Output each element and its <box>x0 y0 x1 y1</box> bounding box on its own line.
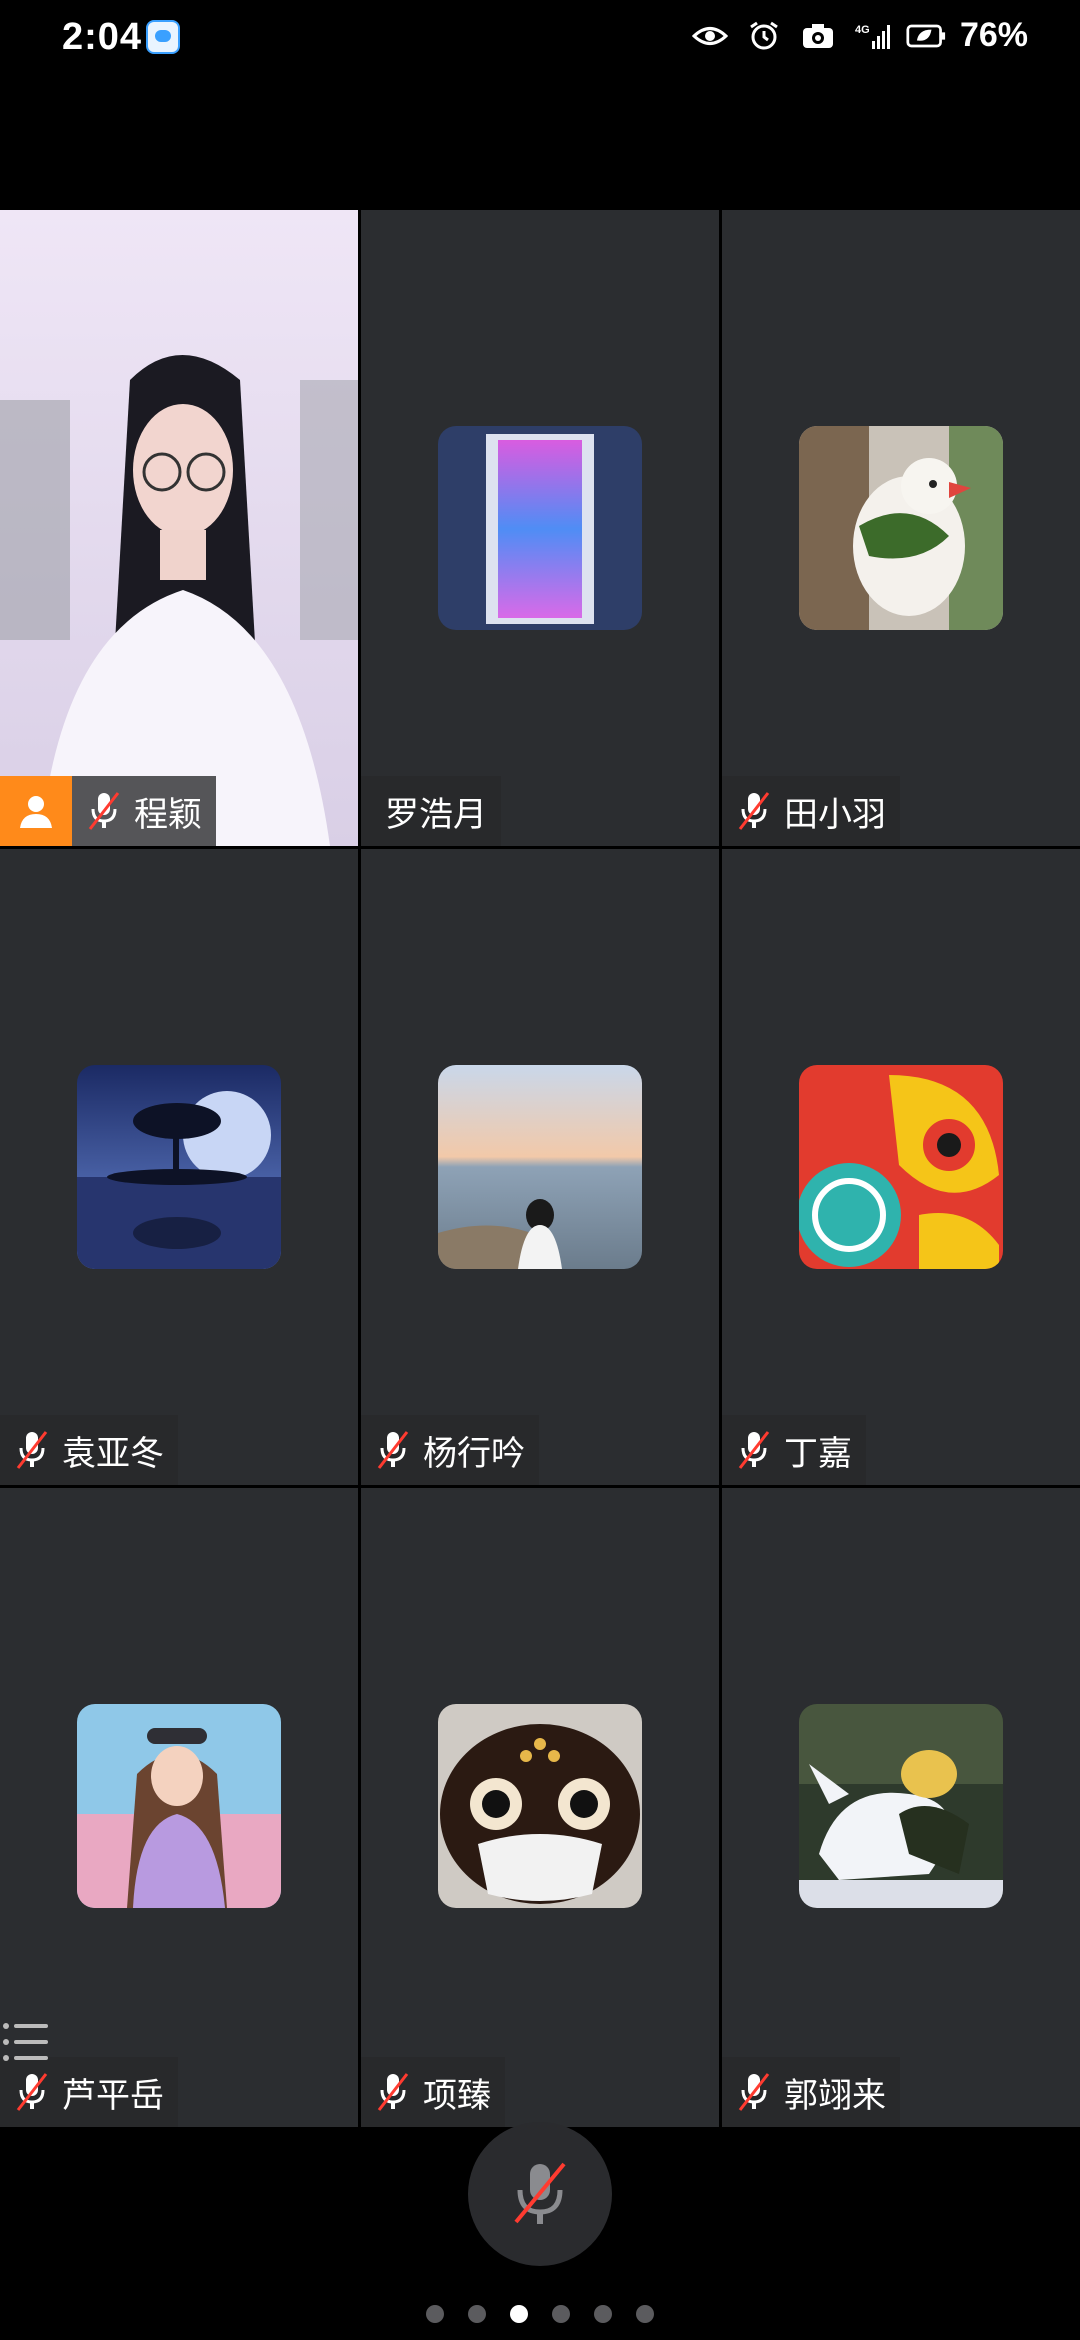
signal-icon: 4G <box>852 20 892 52</box>
mic-muted-icon <box>12 1428 52 1472</box>
participant-grid: 程颖 罗浩月 田小羽 袁亚冬 杨行吟 丁嘉 芦平岳 项臻 郭翊来 <box>0 210 1080 2127</box>
participant-avatar <box>438 1704 642 1908</box>
clock: 2:04 <box>62 16 143 58</box>
page-indicator <box>0 2305 1080 2323</box>
participant-namebar: 郭翊来 <box>722 2057 900 2127</box>
status-icons: 4G 76% <box>690 16 1028 55</box>
page-dot[interactable] <box>552 2305 570 2323</box>
participant-avatar <box>77 1065 281 1269</box>
camera-icon <box>798 20 838 52</box>
participant-name: 芦平岳 <box>62 2076 164 2115</box>
person-icon <box>20 796 52 828</box>
participant-avatar <box>799 1065 1003 1269</box>
participant-tile[interactable]: 杨行吟 <box>361 849 719 1485</box>
participant-avatar <box>799 1704 1003 1908</box>
participant-namebar: 田小羽 <box>722 776 900 846</box>
mic-muted-icon <box>373 1428 413 1472</box>
battery-saver-icon <box>906 20 946 52</box>
participant-namebar: 杨行吟 <box>361 1415 539 1485</box>
mic-muted-icon <box>514 2162 566 2224</box>
participant-name: 袁亚冬 <box>62 1434 164 1473</box>
battery-percent: 76% <box>959 16 1028 54</box>
list-icon <box>3 2023 48 2061</box>
alarm-icon <box>744 20 784 52</box>
eye-icon <box>690 20 730 52</box>
page-dot[interactable] <box>636 2305 654 2323</box>
participant-tile[interactable]: 项臻 <box>361 1488 719 2127</box>
page-dot[interactable] <box>594 2305 612 2323</box>
mic-muted-icon <box>84 789 124 833</box>
participant-namebar: 项臻 <box>361 2057 505 2127</box>
participant-avatar <box>438 426 642 630</box>
mic-muted-icon <box>734 789 774 833</box>
chat-app-icon <box>146 20 180 54</box>
page-dot-active[interactable] <box>510 2305 528 2323</box>
page-dot[interactable] <box>468 2305 486 2323</box>
mic-muted-icon <box>12 2070 52 2114</box>
self-indicator-badge <box>0 776 72 846</box>
mic-muted-icon <box>373 2070 413 2114</box>
participant-tile[interactable]: 罗浩月 <box>361 210 719 846</box>
participant-name: 项臻 <box>423 2076 491 2115</box>
participant-namebar: 程颖 <box>72 776 216 846</box>
participant-avatar <box>799 426 1003 630</box>
page-dot[interactable] <box>426 2305 444 2323</box>
participant-tile[interactable]: 郭翊来 <box>722 1488 1080 2127</box>
participant-avatar <box>438 1065 642 1269</box>
participant-avatar <box>77 1704 281 1908</box>
participant-name: 田小羽 <box>784 795 886 834</box>
mic-muted-icon <box>734 1428 774 1472</box>
mic-muted-icon <box>734 2070 774 2114</box>
participant-list-button[interactable] <box>0 2016 50 2068</box>
participant-namebar: 罗浩月 <box>361 776 501 846</box>
participant-tile[interactable]: 袁亚冬 <box>0 849 358 1485</box>
self-video-feed <box>0 210 358 846</box>
participant-name: 程颖 <box>134 795 202 834</box>
participant-name: 罗浩月 <box>385 795 487 834</box>
participant-tile[interactable]: 丁嘉 <box>722 849 1080 1485</box>
participant-namebar: 丁嘉 <box>722 1415 866 1485</box>
participant-tile[interactable]: 程颖 <box>0 210 358 846</box>
svg-text:4G: 4G <box>855 24 870 36</box>
participant-name: 郭翊来 <box>784 2076 886 2115</box>
status-bar: 2:04 4G 76% <box>0 0 1080 76</box>
mute-toggle-button[interactable] <box>468 2122 612 2266</box>
participant-tile[interactable]: 芦平岳 <box>0 1488 358 2127</box>
participant-namebar: 袁亚冬 <box>0 1415 178 1485</box>
participant-name: 杨行吟 <box>423 1434 525 1473</box>
participant-tile[interactable]: 田小羽 <box>722 210 1080 846</box>
participant-name: 丁嘉 <box>784 1434 852 1473</box>
